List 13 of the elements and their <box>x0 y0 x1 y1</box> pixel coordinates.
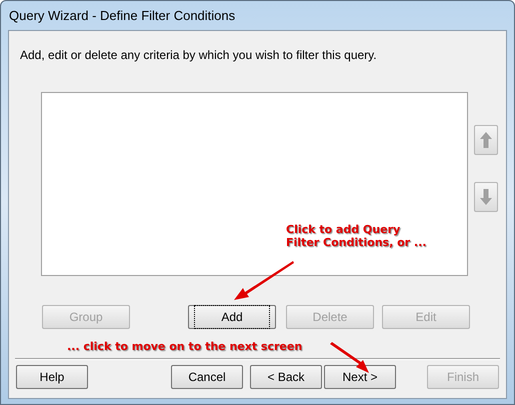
window-title: Query Wizard - Define Filter Conditions <box>9 6 236 25</box>
down-arrow-icon <box>479 188 493 206</box>
annotation-arrow <box>231 259 295 303</box>
dialog-button[interactable]: Help <box>16 365 88 389</box>
instruction-text: Add, edit or delete any criteria by which you wish to filter this query. <box>20 48 377 62</box>
annotation-text: Click to add Query Filter Conditions, or ... <box>286 223 426 249</box>
dialog-button[interactable]: Next > <box>324 365 396 389</box>
dialog-button[interactable]: < Back <box>250 365 322 389</box>
up-arrow-icon <box>479 131 493 149</box>
criteria-list[interactable] <box>41 92 468 276</box>
dialog-button[interactable]: Cancel <box>171 365 243 389</box>
dialog-button[interactable]: Add <box>188 305 276 329</box>
annotation-text: ... click to move on to the next screen <box>67 340 302 353</box>
